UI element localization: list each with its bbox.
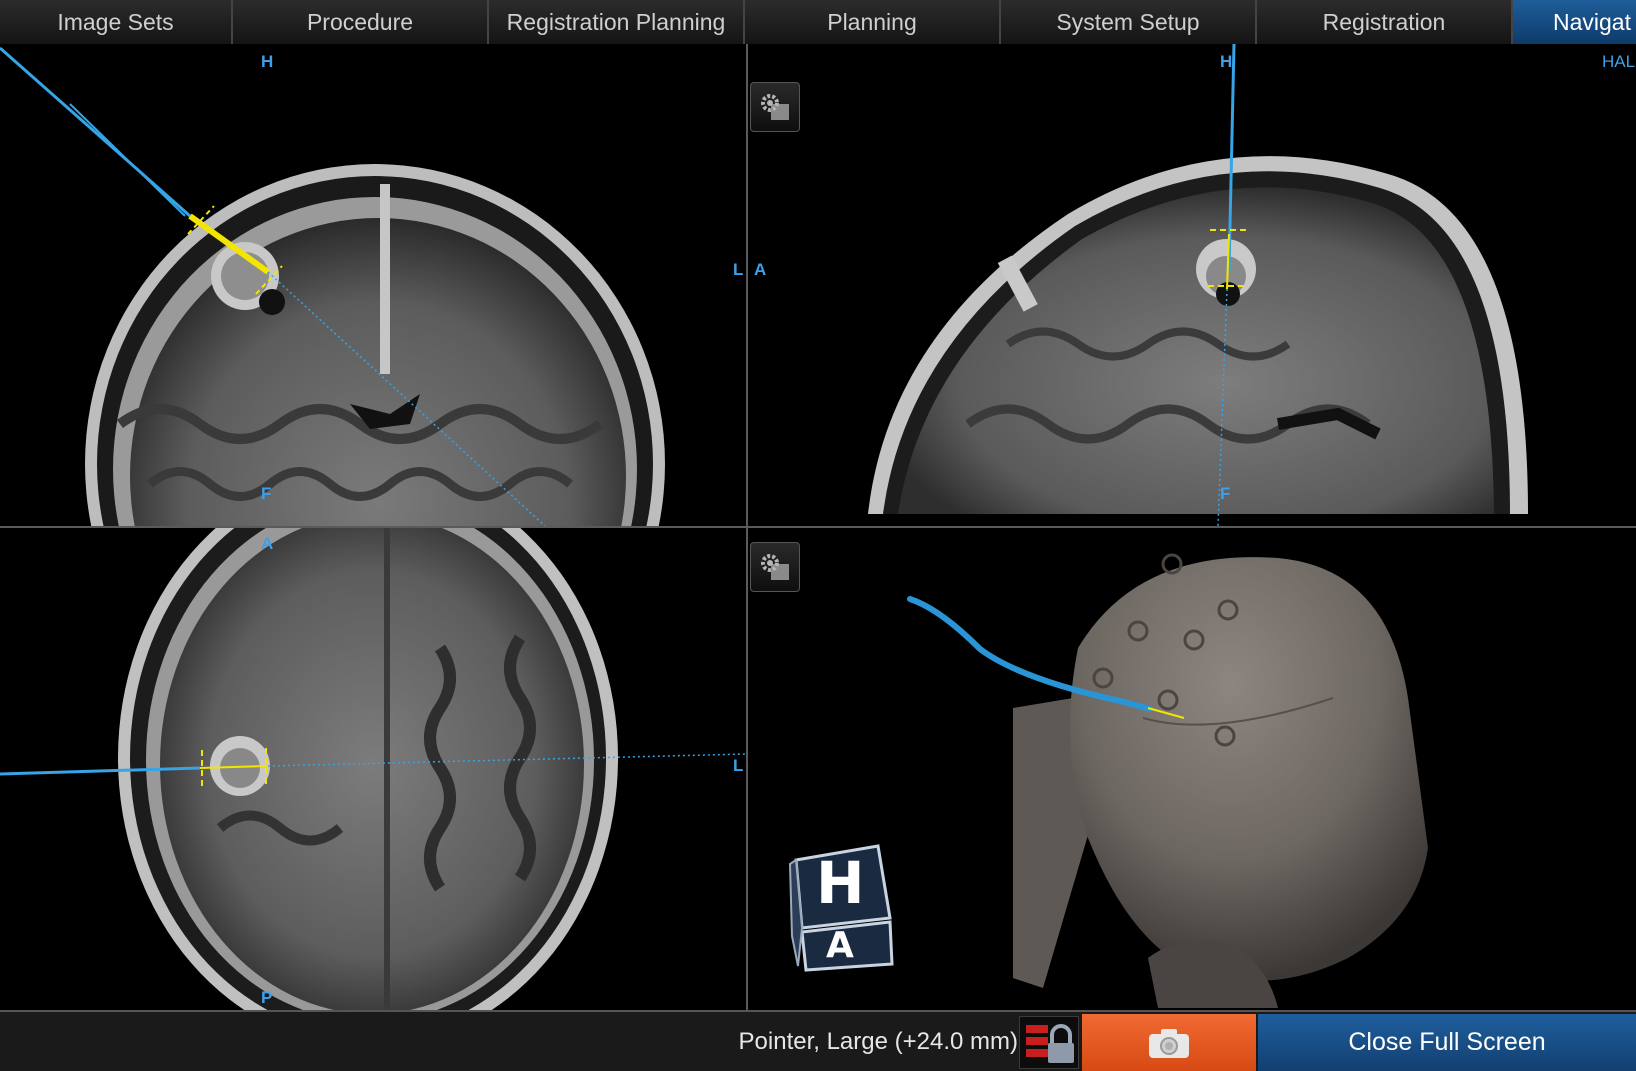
orientation-label-right: L [733,260,744,279]
sagittal-view[interactable]: H A F HAL [748,44,1636,526]
axial-mri-image [0,528,746,1010]
orientation-label-corner: HAL [1602,52,1636,71]
tab-registration-planning[interactable]: Registration Planning [489,0,745,44]
orientation-label-bottom: F [261,484,272,503]
camera-icon [1149,1028,1189,1058]
tab-procedure[interactable]: Procedure [233,0,489,44]
lock-icon [1026,1024,1074,1063]
orientation-label-bottom: P [261,988,273,1007]
tab-image-sets[interactable]: Image Sets [0,0,233,44]
orientation-label-bottom: F [1220,484,1231,503]
view-settings-button[interactable] [750,542,800,592]
viewport-divider-horizontal [0,526,1636,528]
orientation-label-left: A [754,260,767,279]
workflow-tabbar: Image Sets Procedure Registration Planni… [0,0,1636,44]
tab-navigation[interactable]: Navigat [1513,0,1636,44]
orientation-label-top: H [1220,52,1233,71]
screenshot-button[interactable] [1082,1014,1256,1071]
cube-top-label: H [816,849,865,917]
lock-button[interactable] [1019,1016,1079,1069]
3d-view[interactable]: H A [748,528,1636,1010]
gear-icon [761,94,789,120]
sagittal-mri-image [868,44,1528,526]
tab-system-setup[interactable]: System Setup [1001,0,1257,44]
active-tool-label: Pointer, Large (+24.0 mm) [738,1027,1018,1055]
view-settings-button[interactable] [750,82,800,132]
coronal-view[interactable]: H F L [0,44,746,526]
gear-icon [761,554,789,580]
bottom-toolbar: Pointer, Large (+24.0 mm) Close Full Scr… [0,1010,1636,1071]
tab-planning[interactable]: Planning [745,0,1001,44]
cube-front-label: A [826,925,854,966]
axial-view[interactable]: A P L [0,528,746,1010]
orientation-label-top: H [261,52,274,71]
orientation-label-top: A [261,534,274,553]
orientation-label-right: L [733,756,744,775]
coronal-mri-image [0,46,665,526]
tab-registration[interactable]: Registration [1257,0,1513,44]
close-full-screen-button[interactable]: Close Full Screen [1258,1014,1636,1071]
orientation-cube-icon[interactable]: H A [788,840,898,975]
